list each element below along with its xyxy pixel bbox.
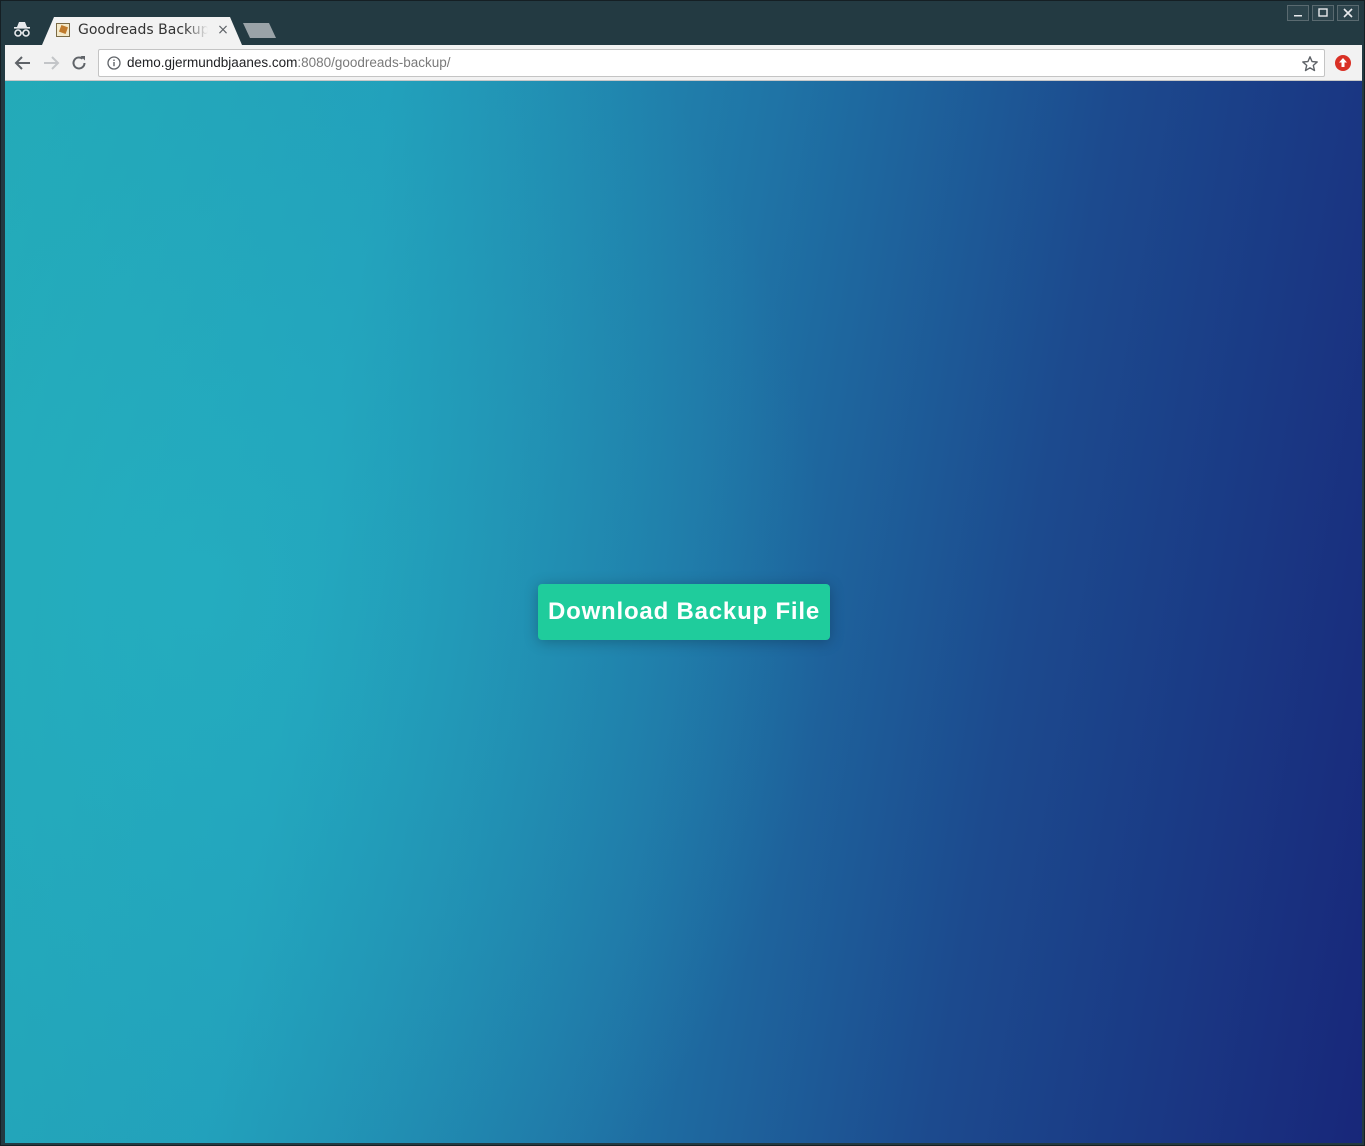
maximize-button[interactable]: [1312, 5, 1334, 21]
url-host: demo.gjermundbjaanes.com: [127, 55, 298, 70]
back-button[interactable]: [12, 52, 34, 74]
minimize-button[interactable]: [1287, 5, 1309, 21]
close-icon: [1343, 8, 1353, 18]
url-path: :8080/goodreads-backup/: [297, 55, 451, 70]
download-backup-button[interactable]: Download Backup File: [538, 584, 830, 640]
incognito-icon: [11, 18, 33, 40]
tab-close-icon[interactable]: ×: [216, 23, 230, 37]
reload-button[interactable]: [68, 52, 90, 74]
minimize-icon: [1294, 15, 1302, 17]
arrow-left-icon: [14, 56, 30, 70]
maximize-icon: [1318, 8, 1328, 17]
tab-goodreads-backup[interactable]: Goodreads Backup ×: [42, 17, 242, 45]
arrow-right-icon: [44, 56, 60, 70]
goodreads-backup-favicon-icon: [56, 23, 70, 37]
reload-icon: [72, 56, 86, 70]
bookmark-star-icon[interactable]: [1301, 55, 1319, 73]
new-tab-button[interactable]: [243, 23, 277, 39]
close-window-button[interactable]: [1337, 5, 1359, 21]
url-text[interactable]: demo.gjermundbjaanes.com:8080/goodreads-…: [127, 55, 450, 70]
info-icon[interactable]: [107, 56, 121, 70]
extension-icon[interactable]: [1334, 54, 1352, 72]
tab-strip: Goodreads Backup ×: [1, 1, 1364, 45]
tab-title: Goodreads Backup: [78, 22, 208, 38]
address-bar[interactable]: demo.gjermundbjaanes.com:8080/goodreads-…: [98, 49, 1325, 77]
forward-button[interactable]: [40, 52, 62, 74]
browser-window: Goodreads Backup × demo.gjermundbjaanes.…: [0, 0, 1365, 1146]
page-viewport: Download Backup File: [5, 81, 1362, 1143]
browser-toolbar: demo.gjermundbjaanes.com:8080/goodreads-…: [5, 45, 1362, 81]
